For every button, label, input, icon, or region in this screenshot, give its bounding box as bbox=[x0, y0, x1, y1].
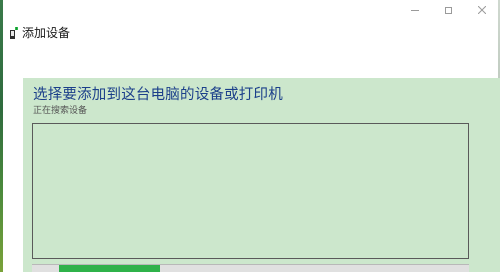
search-progress-bar bbox=[32, 264, 469, 272]
add-device-icon bbox=[10, 27, 18, 39]
maximize-button[interactable] bbox=[431, 0, 465, 20]
window-title: 添加设备 bbox=[22, 26, 71, 40]
search-status-text: 正在搜索设备 bbox=[33, 106, 88, 116]
title-bar[interactable]: 添加设备 bbox=[3, 0, 498, 60]
page-heading: 选择要添加到这台电脑的设备或打印机 bbox=[33, 87, 283, 103]
device-list[interactable] bbox=[32, 123, 469, 259]
minimize-button[interactable] bbox=[398, 0, 432, 20]
close-icon bbox=[478, 6, 486, 14]
add-device-window: 添加设备 选择要添加到这台电脑的设备或打印机 正在搜索设备 bbox=[0, 0, 500, 272]
minimize-icon bbox=[411, 9, 419, 11]
close-button[interactable] bbox=[465, 0, 499, 20]
search-progress-fill bbox=[59, 265, 160, 272]
wizard-content: 选择要添加到这台电脑的设备或打印机 正在搜索设备 bbox=[23, 78, 500, 272]
maximize-icon bbox=[444, 6, 452, 14]
